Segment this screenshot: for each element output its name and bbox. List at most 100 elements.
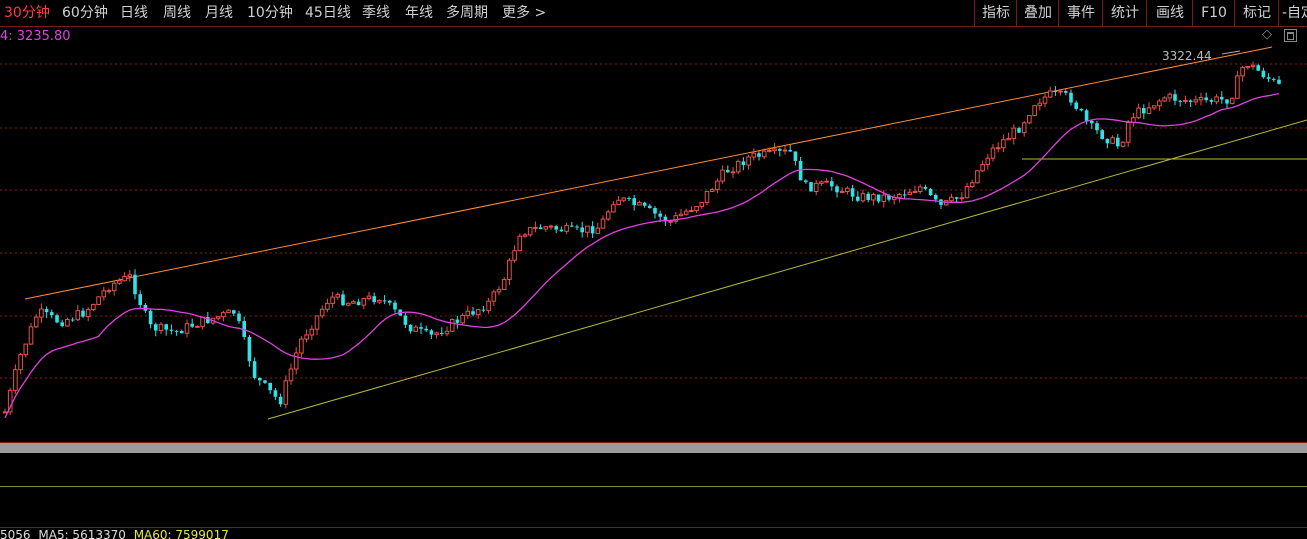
candle-body [605,211,611,220]
diamond-icon[interactable]: ◇ [1262,28,1276,42]
candle-body [1173,94,1177,101]
candle-body [1032,105,1037,117]
candle-body [575,226,579,228]
tab-weekly[interactable]: 周线 [163,3,191,23]
candlestick-chart[interactable] [0,27,1307,442]
tab-30min[interactable]: 30分钟 [4,3,50,23]
candle-body [1240,67,1245,77]
candle-body [39,308,44,318]
candle-body [580,227,584,233]
resistance-trendline[interactable] [24,46,1273,300]
ma60-value: MA60: 7599017 [133,529,229,539]
tab-60min[interactable]: 60分钟 [62,3,108,23]
candle-body [709,189,715,192]
candle-body [372,296,376,303]
candle-body [174,330,179,332]
ma-line [4,92,1280,419]
candle-body [835,186,839,193]
candle-body [1037,102,1043,107]
ma-legend: 4: 3235.80 [0,29,71,44]
mark-button[interactable]: 标记 [1234,0,1279,26]
tab-daily[interactable]: 日线 [120,3,148,23]
candle-body [419,327,423,329]
candle-body [44,309,49,313]
candle-body [600,218,606,229]
candle-body [455,319,460,323]
candle-body [366,295,372,300]
candle-body [902,194,907,196]
overlay-button[interactable]: 叠加 [1016,0,1059,26]
candle-body [444,330,450,335]
candle-body [1209,100,1214,102]
f10-button[interactable]: F10 [1192,0,1235,26]
candle-body [85,309,91,318]
candle-body [314,315,320,330]
candle-body [408,324,413,332]
candle-body [111,282,117,292]
candle-body [934,195,938,200]
candle-body [876,194,881,202]
candle-body [429,330,434,335]
candle-body [299,338,304,354]
candle-body [1069,92,1073,103]
indicator-button[interactable]: 指标 [974,0,1017,26]
tab-more[interactable]: 更多 > [502,3,546,23]
tab-10min[interactable]: 10分钟 [247,3,293,23]
candle-body [735,160,741,173]
candle-body [969,182,975,188]
tab-multi-period[interactable]: 多周期 [446,3,488,23]
support-trendline[interactable] [267,119,1307,420]
candle-body [1198,96,1204,101]
candle-body [658,213,662,217]
maximize-icon[interactable] [1284,29,1297,42]
candle-body [96,296,101,305]
candle-body [804,180,808,183]
candle-body [595,227,601,234]
candle-body [1188,100,1193,102]
candle-body [1178,100,1182,102]
candle-body [1027,115,1032,124]
candle-body [55,315,59,323]
candle-body [1245,65,1251,69]
events-button[interactable]: 事件 [1058,0,1103,26]
candle-body [746,156,751,166]
candle-body [195,325,200,328]
candle-body [335,293,341,298]
candle-body [1162,97,1167,102]
candle-body [871,193,876,201]
candle-body [761,150,767,158]
candle-body [985,157,991,165]
candle-body [403,315,408,325]
tab-quarterly[interactable]: 季线 [362,3,390,23]
candle-body [689,210,694,213]
ma5-value: MA5: 5613370 [38,529,126,539]
candle-body [13,369,18,391]
candle-body [720,169,725,182]
candles-group [2,61,1281,415]
candle-body [621,197,627,201]
tab-yearly[interactable]: 年线 [405,3,433,23]
custom-button[interactable]: -自定 [1278,0,1307,26]
candle-body [449,319,455,332]
candle-body [101,290,107,298]
statistics-button[interactable]: 统计 [1102,0,1147,26]
draw-line-button[interactable]: 画线 [1146,0,1193,26]
candle-body [1001,139,1006,149]
candle-body [388,300,392,303]
candle-body [995,147,1001,150]
candle-body [975,170,980,184]
candle-body [1235,75,1240,99]
tab-monthly[interactable]: 月线 [205,3,233,23]
candle-body [18,354,23,371]
candle-body [1183,99,1188,102]
candle-body [881,194,887,202]
candle-body [923,186,928,189]
candle-body [106,290,112,293]
tab-45day[interactable]: 45日线 [305,3,351,23]
candle-body [824,180,829,183]
candle-body [850,188,855,197]
candle-body [319,308,325,317]
candle-body [65,319,70,327]
candle-body [954,197,959,199]
volume-legend: 5056 MA5: 5613370 MA60: 7599017 [0,529,233,539]
